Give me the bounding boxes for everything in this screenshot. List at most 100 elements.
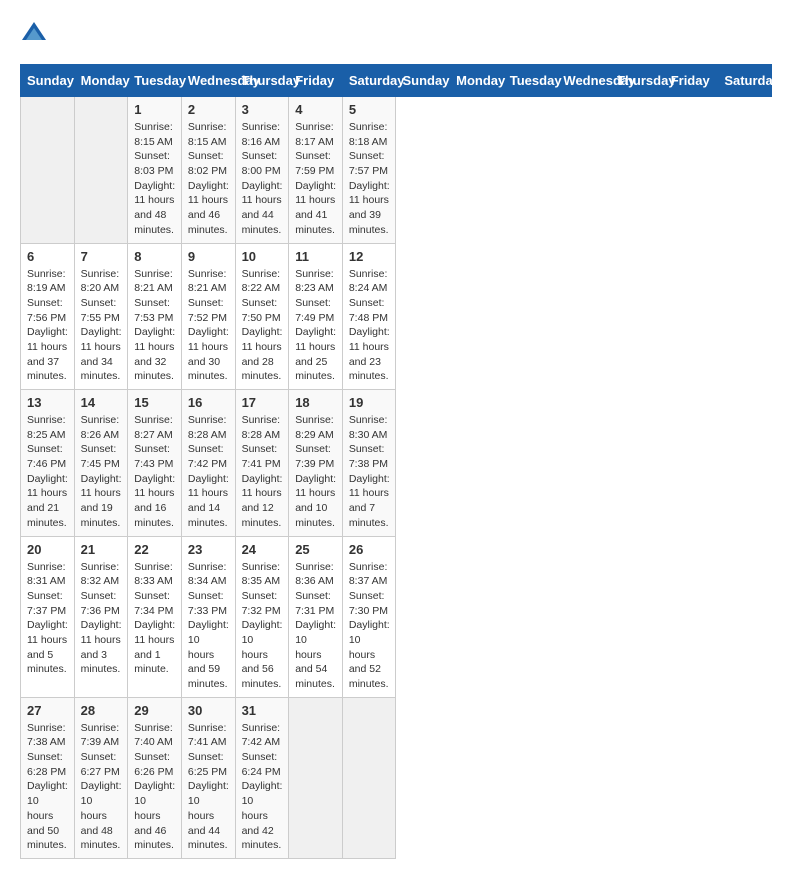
day-number: 24 (242, 542, 283, 557)
calendar-cell: 26Sunrise: 8:37 AMSunset: 7:30 PMDayligh… (342, 536, 396, 697)
cell-content: Sunrise: 8:25 AMSunset: 7:46 PMDaylight:… (27, 413, 68, 531)
cell-content: Sunrise: 8:28 AMSunset: 7:41 PMDaylight:… (242, 413, 283, 531)
day-number: 5 (349, 102, 390, 117)
day-number: 18 (295, 395, 336, 410)
cell-content: Sunrise: 8:28 AMSunset: 7:42 PMDaylight:… (188, 413, 229, 531)
logo (20, 20, 52, 48)
calendar-cell: 10Sunrise: 8:22 AMSunset: 7:50 PMDayligh… (235, 243, 289, 390)
week-row-1: 1Sunrise: 8:15 AMSunset: 8:03 PMDaylight… (21, 97, 772, 244)
calendar-cell: 7 Sunrise: 8:20 AMSunset: 7:55 PMDaylight… (74, 243, 128, 390)
calendar-cell: 27Sunrise: 7:38 AMSunset: 6:28 PMDayligh… (21, 697, 75, 858)
header-friday: Friday (289, 65, 343, 97)
day-number: 29 (134, 703, 175, 718)
cell-content: Sunrise: 8:33 AMSunset: 7:34 PMDaylight:… (134, 560, 175, 678)
col-header-wednesday: Wednesday (557, 65, 611, 97)
day-number: 2 (188, 102, 229, 117)
calendar-cell: 24 Sunrise: 8:35 AMSunset: 7:32 PMDayligh… (235, 536, 289, 697)
cell-content: Sunrise: 8:15 AMSunset: 8:02 PMDaylight:… (188, 120, 229, 238)
day-number: 13 (27, 395, 68, 410)
cell-content: Sunrise: 8:23 AMSunset: 7:49 PMDaylight:… (295, 267, 336, 385)
calendar-cell: 30 Sunrise: 7:41 AMSunset: 6:25 PMDayligh… (181, 697, 235, 858)
calendar-cell: 14 Sunrise: 8:26 AMSunset: 7:45 PMDayligh… (74, 390, 128, 537)
calendar-cell (289, 697, 343, 858)
cell-content: Sunrise: 8:30 AMSunset: 7:38 PMDaylight:… (349, 413, 390, 531)
cell-content: Sunrise: 8:32 AMSunset: 7:36 PMDaylight:… (81, 560, 122, 678)
calendar-cell: 17Sunrise: 8:28 AMSunset: 7:41 PMDayligh… (235, 390, 289, 537)
day-number: 6 (27, 249, 68, 264)
day-number: 20 (27, 542, 68, 557)
calendar-cell (342, 697, 396, 858)
cell-content: Sunrise: 8:18 AMSunset: 7:57 PMDaylight:… (349, 120, 390, 238)
header-tuesday: Tuesday (128, 65, 182, 97)
day-number: 9 (188, 249, 229, 264)
cell-content: Sunrise: 7:42 AMSunset: 6:24 PMDaylight:… (242, 721, 283, 853)
cell-content: Sunrise: 8:31 AMSunset: 7:37 PMDaylight:… (27, 560, 68, 678)
calendar-cell: 22Sunrise: 8:33 AMSunset: 7:34 PMDayligh… (128, 536, 182, 697)
calendar-cell: 21 Sunrise: 8:32 AMSunset: 7:36 PMDayligh… (74, 536, 128, 697)
calendar-cell: 6 Sunrise: 8:19 AMSunset: 7:56 PMDaylight… (21, 243, 75, 390)
calendar-cell: 2 Sunrise: 8:15 AMSunset: 8:02 PMDaylight… (181, 97, 235, 244)
calendar-table: SundayMondayTuesdayWednesdayThursdayFrid… (20, 64, 772, 859)
calendar-cell: 9 Sunrise: 8:21 AMSunset: 7:52 PMDaylight… (181, 243, 235, 390)
day-number: 19 (349, 395, 390, 410)
calendar-cell: 11 Sunrise: 8:23 AMSunset: 7:49 PMDayligh… (289, 243, 343, 390)
calendar-cell: 15Sunrise: 8:27 AMSunset: 7:43 PMDayligh… (128, 390, 182, 537)
cell-content: Sunrise: 8:26 AMSunset: 7:45 PMDaylight:… (81, 413, 122, 531)
page-header (20, 20, 772, 48)
cell-content: Sunrise: 7:41 AMSunset: 6:25 PMDaylight:… (188, 721, 229, 853)
calendar-cell: 31 Sunrise: 7:42 AMSunset: 6:24 PMDayligh… (235, 697, 289, 858)
cell-content: Sunrise: 8:34 AMSunset: 7:33 PMDaylight:… (188, 560, 229, 692)
cell-content: Sunrise: 8:36 AMSunset: 7:31 PMDaylight:… (295, 560, 336, 692)
day-number: 23 (188, 542, 229, 557)
header-monday: Monday (74, 65, 128, 97)
day-number: 21 (81, 542, 122, 557)
day-number: 3 (242, 102, 283, 117)
cell-content: Sunrise: 8:27 AMSunset: 7:43 PMDaylight:… (134, 413, 175, 531)
week-row-2: 6 Sunrise: 8:19 AMSunset: 7:56 PMDaylight… (21, 243, 772, 390)
cell-content: Sunrise: 7:39 AMSunset: 6:27 PMDaylight:… (81, 721, 122, 853)
calendar-cell: 1Sunrise: 8:15 AMSunset: 8:03 PMDaylight… (128, 97, 182, 244)
calendar-cell: 19 Sunrise: 8:30 AMSunset: 7:38 PMDayligh… (342, 390, 396, 537)
day-number: 8 (134, 249, 175, 264)
cell-content: Sunrise: 8:15 AMSunset: 8:03 PMDaylight:… (134, 120, 175, 238)
day-number: 12 (349, 249, 390, 264)
col-header-saturday: Saturday (718, 65, 772, 97)
header-saturday: Saturday (342, 65, 396, 97)
col-header-thursday: Thursday (611, 65, 665, 97)
day-number: 11 (295, 249, 336, 264)
calendar-cell: 23 Sunrise: 8:34 AMSunset: 7:33 PMDayligh… (181, 536, 235, 697)
day-number: 16 (188, 395, 229, 410)
week-row-3: 13 Sunrise: 8:25 AMSunset: 7:46 PMDayligh… (21, 390, 772, 537)
calendar-cell: 29Sunrise: 7:40 AMSunset: 6:26 PMDayligh… (128, 697, 182, 858)
calendar-header-row: SundayMondayTuesdayWednesdayThursdayFrid… (21, 65, 772, 97)
col-header-friday: Friday (664, 65, 718, 97)
header-sunday: Sunday (21, 65, 75, 97)
cell-content: Sunrise: 8:21 AMSunset: 7:53 PMDaylight:… (134, 267, 175, 385)
day-number: 25 (295, 542, 336, 557)
header-thursday: Thursday (235, 65, 289, 97)
day-number: 31 (242, 703, 283, 718)
calendar-cell: 8 Sunrise: 8:21 AMSunset: 7:53 PMDaylight… (128, 243, 182, 390)
calendar-cell: 20 Sunrise: 8:31 AMSunset: 7:37 PMDayligh… (21, 536, 75, 697)
day-number: 10 (242, 249, 283, 264)
cell-content: Sunrise: 8:20 AMSunset: 7:55 PMDaylight:… (81, 267, 122, 385)
calendar-cell: 5 Sunrise: 8:18 AMSunset: 7:57 PMDaylight… (342, 97, 396, 244)
day-number: 7 (81, 249, 122, 264)
calendar-cell: 13 Sunrise: 8:25 AMSunset: 7:46 PMDayligh… (21, 390, 75, 537)
calendar-cell: 28 Sunrise: 7:39 AMSunset: 6:27 PMDayligh… (74, 697, 128, 858)
day-number: 30 (188, 703, 229, 718)
cell-content: Sunrise: 8:37 AMSunset: 7:30 PMDaylight:… (349, 560, 390, 692)
day-number: 28 (81, 703, 122, 718)
calendar-cell: 16 Sunrise: 8:28 AMSunset: 7:42 PMDayligh… (181, 390, 235, 537)
cell-content: Sunrise: 8:16 AMSunset: 8:00 PMDaylight:… (242, 120, 283, 238)
day-number: 14 (81, 395, 122, 410)
cell-content: Sunrise: 8:17 AMSunset: 7:59 PMDaylight:… (295, 120, 336, 238)
col-header-tuesday: Tuesday (503, 65, 557, 97)
cell-content: Sunrise: 8:19 AMSunset: 7:56 PMDaylight:… (27, 267, 68, 385)
cell-content: Sunrise: 8:35 AMSunset: 7:32 PMDaylight:… (242, 560, 283, 692)
calendar-cell: 18Sunrise: 8:29 AMSunset: 7:39 PMDayligh… (289, 390, 343, 537)
calendar-cell: 4Sunrise: 8:17 AMSunset: 7:59 PMDaylight… (289, 97, 343, 244)
cell-content: Sunrise: 7:38 AMSunset: 6:28 PMDaylight:… (27, 721, 68, 853)
col-header-sunday: Sunday (396, 65, 450, 97)
cell-content: Sunrise: 8:21 AMSunset: 7:52 PMDaylight:… (188, 267, 229, 385)
